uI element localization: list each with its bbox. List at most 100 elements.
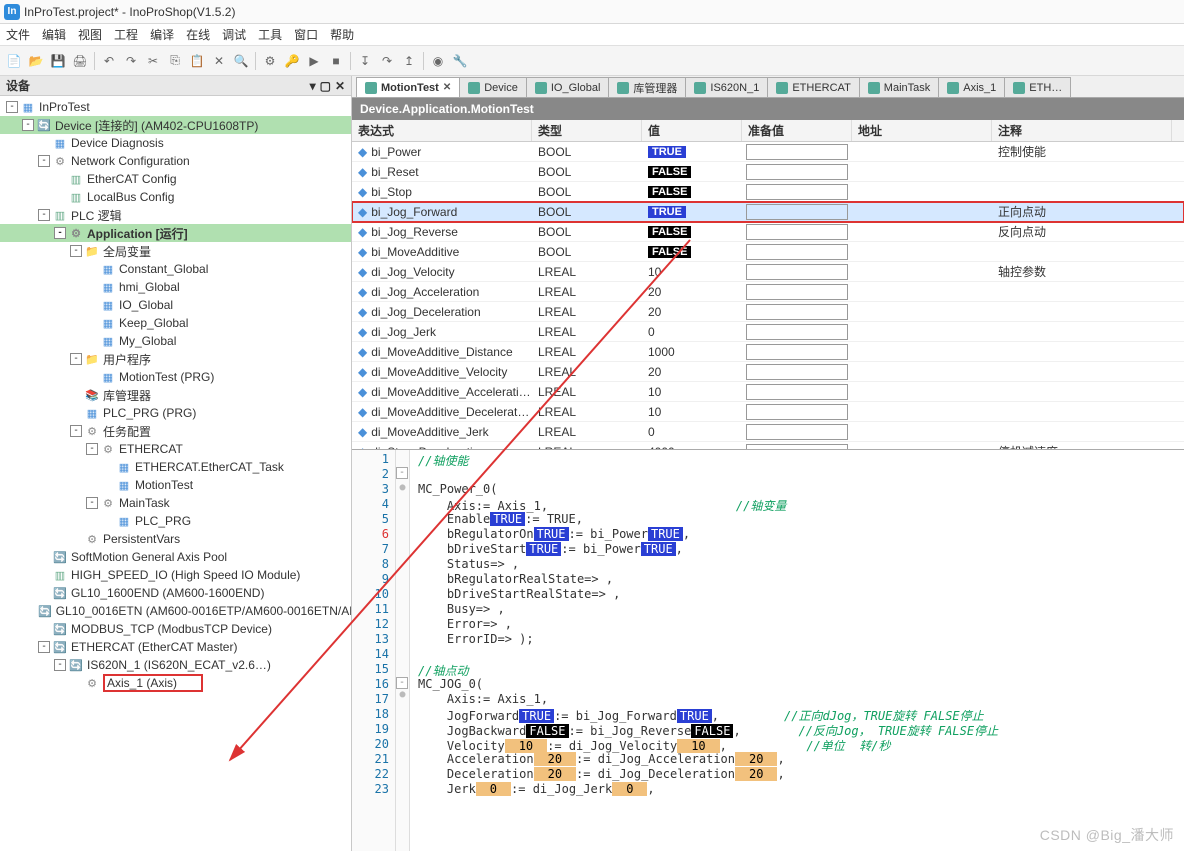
table-row[interactable]: ◆di_MoveAdditive_Accelerati…LREAL10 xyxy=(352,382,1184,402)
column-header[interactable]: 表达式 xyxy=(352,120,532,141)
print-icon[interactable]: 🖨 xyxy=(70,51,90,71)
device-tree[interactable]: -▦InProTest-🔄Device [连接的] (AM402-CPU1608… xyxy=(0,96,351,851)
code-line[interactable]: //轴点动 xyxy=(418,662,998,677)
fold-gutter[interactable]: ● xyxy=(396,482,409,497)
code-line[interactable]: Jerk0:= di_Jog_Jerk0, xyxy=(418,782,998,797)
value-cell[interactable]: 0 xyxy=(642,325,742,339)
tree-item[interactable]: -📁用户程序 xyxy=(0,350,351,368)
fold-gutter[interactable] xyxy=(396,632,409,647)
value-cell[interactable]: 20 xyxy=(642,285,742,299)
fold-gutter[interactable] xyxy=(396,647,409,662)
prepare-cell[interactable] xyxy=(746,344,848,360)
menu-窗口[interactable]: 窗口 xyxy=(294,26,318,43)
value-cell[interactable]: 10 xyxy=(642,265,742,279)
expand-icon[interactable]: - xyxy=(6,101,18,113)
fold-gutter[interactable] xyxy=(396,737,409,752)
build-icon[interactable]: ⚙ xyxy=(260,51,280,71)
redo-icon[interactable]: ↷ xyxy=(121,51,141,71)
prepare-cell[interactable] xyxy=(746,224,848,240)
tree-item[interactable]: ▦IO_Global xyxy=(0,296,351,314)
tree-item[interactable]: -▦InProTest xyxy=(0,98,351,116)
code-line[interactable]: bDriveStartTRUE:= bi_PowerTRUE, xyxy=(418,542,998,557)
tree-item[interactable]: ▦MotionTest (PRG) xyxy=(0,368,351,386)
fold-gutter[interactable] xyxy=(396,452,409,467)
column-header[interactable]: 值 xyxy=(642,120,742,141)
code-line[interactable]: //轴使能 xyxy=(418,452,998,467)
tree-item[interactable]: -⚙MainTask xyxy=(0,494,351,512)
code-editor[interactable]: 1234567891011121314151617181920212223 -●… xyxy=(352,450,1184,851)
line-number[interactable]: 2 xyxy=(354,467,389,482)
expand-icon[interactable]: - xyxy=(22,119,34,131)
tree-item[interactable]: ▦My_Global xyxy=(0,332,351,350)
code-line[interactable]: Velocity10:= di_Jog_Velocity10, //单位 转/秒 xyxy=(418,737,998,752)
prepare-cell[interactable] xyxy=(746,304,848,320)
tree-item[interactable]: ▦Keep_Global xyxy=(0,314,351,332)
tree-item[interactable]: -🔄IS620N_1 (IS620N_ECAT_v2.6…) xyxy=(0,656,351,674)
line-number[interactable]: 20 xyxy=(354,737,389,752)
prepare-cell[interactable] xyxy=(746,424,848,440)
pin-icon[interactable]: ▾ xyxy=(310,79,316,93)
new-icon[interactable]: 📄 xyxy=(4,51,24,71)
fold-gutter[interactable]: - xyxy=(396,467,409,482)
fold-gutter[interactable] xyxy=(396,557,409,572)
fold-gutter[interactable] xyxy=(396,572,409,587)
table-row[interactable]: ◆di_MoveAdditive_JerkLREAL0 xyxy=(352,422,1184,442)
table-row[interactable]: ◆di_Stop_DecelerationLREAL4000停机减速度 xyxy=(352,442,1184,450)
prepare-cell[interactable] xyxy=(746,324,848,340)
tab-ETHERCAT[interactable]: ETHERCAT xyxy=(767,77,859,97)
fold-gutter[interactable] xyxy=(396,722,409,737)
column-header[interactable]: 地址 xyxy=(852,120,992,141)
table-row[interactable]: ◆bi_StopBOOLFALSE xyxy=(352,182,1184,202)
code-line[interactable]: EnableTRUE:= TRUE, xyxy=(418,512,998,527)
value-cell[interactable]: 20 xyxy=(642,365,742,379)
table-row[interactable]: ◆bi_Jog_ReverseBOOLFALSE反向点动 xyxy=(352,222,1184,242)
prepare-cell[interactable] xyxy=(746,204,848,220)
line-number[interactable]: 18 xyxy=(354,707,389,722)
menu-视图[interactable]: 视图 xyxy=(78,26,102,43)
line-number[interactable]: 3 xyxy=(354,482,389,497)
copy-icon[interactable]: ⎘ xyxy=(165,51,185,71)
fold-gutter[interactable] xyxy=(396,602,409,617)
cut-icon[interactable]: ✂ xyxy=(143,51,163,71)
tree-item[interactable]: ▦ETHERCAT.EtherCAT_Task xyxy=(0,458,351,476)
value-cell[interactable]: FALSE xyxy=(642,166,742,178)
close-panel-icon[interactable]: ✕ xyxy=(335,79,345,93)
table-row[interactable]: ◆di_Jog_JerkLREAL0 xyxy=(352,322,1184,342)
tree-item[interactable]: ▦Device Diagnosis xyxy=(0,134,351,152)
expand-icon[interactable]: - xyxy=(70,353,82,365)
prepare-cell[interactable] xyxy=(746,244,848,260)
expand-icon[interactable]: - xyxy=(70,245,82,257)
line-number[interactable]: 13 xyxy=(354,632,389,647)
fold-gutter[interactable] xyxy=(396,752,409,767)
table-row[interactable]: ◆di_Jog_DecelerationLREAL20 xyxy=(352,302,1184,322)
line-number[interactable]: 17 xyxy=(354,692,389,707)
line-number[interactable]: 5 xyxy=(354,512,389,527)
tree-item[interactable]: ▥EtherCAT Config xyxy=(0,170,351,188)
prepare-cell[interactable] xyxy=(746,264,848,280)
line-number[interactable]: 12 xyxy=(354,617,389,632)
code-line[interactable]: Busy=> , xyxy=(418,602,998,617)
fold-gutter[interactable]: -● xyxy=(396,677,409,692)
line-number[interactable]: 21 xyxy=(354,752,389,767)
code-line[interactable]: MC_Power_0( xyxy=(418,482,998,497)
tab-MotionTest[interactable]: MotionTest✕ xyxy=(356,77,460,97)
prepare-cell[interactable] xyxy=(746,404,848,420)
line-number[interactable]: 9 xyxy=(354,572,389,587)
code-line[interactable]: JogBackwardFALSE:= bi_Jog_ReverseFALSE, … xyxy=(418,722,998,737)
search-icon[interactable]: 🔍 xyxy=(231,51,251,71)
tree-item[interactable]: ▦hmi_Global xyxy=(0,278,351,296)
expand-icon[interactable]: - xyxy=(70,425,82,437)
table-row[interactable]: ◆di_Jog_VelocityLREAL10轴控参数 xyxy=(352,262,1184,282)
table-row[interactable]: ◆di_Jog_AccelerationLREAL20 xyxy=(352,282,1184,302)
expand-icon[interactable]: - xyxy=(38,155,50,167)
save-icon[interactable]: 💾 xyxy=(48,51,68,71)
tree-item[interactable]: -▥PLC 逻辑 xyxy=(0,206,351,224)
expand-icon[interactable]: - xyxy=(54,227,66,239)
expand-icon[interactable]: - xyxy=(54,659,66,671)
menu-编译[interactable]: 编译 xyxy=(150,26,174,43)
tree-item[interactable]: -🔄Device [连接的] (AM402-CPU1608TP) xyxy=(0,116,351,134)
column-header[interactable]: 注释 xyxy=(992,120,1172,141)
fold-gutter[interactable] xyxy=(396,707,409,722)
open-icon[interactable]: 📂 xyxy=(26,51,46,71)
fold-gutter[interactable] xyxy=(396,527,409,542)
